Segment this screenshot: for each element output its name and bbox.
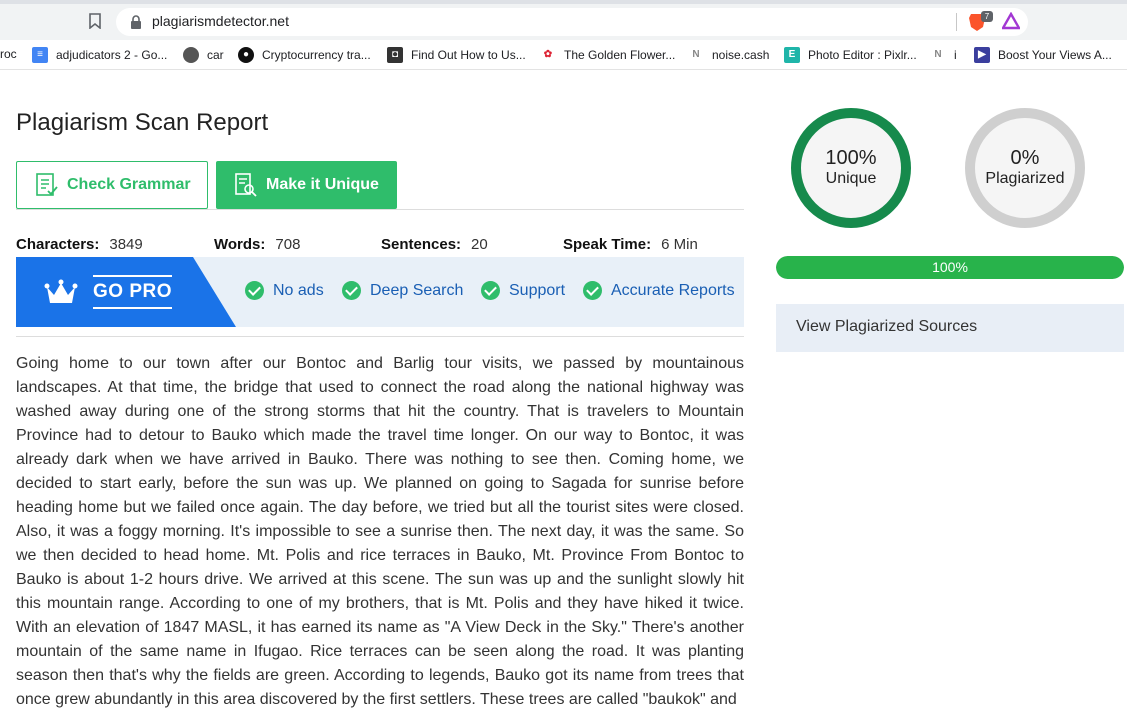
bookmark-item[interactable]: roc [0, 47, 17, 61]
check-icon [245, 281, 264, 300]
check-grammar-label: Check Grammar [67, 176, 191, 193]
uniqueness-progress-bar: 100% [776, 256, 1124, 279]
bookmark-label: noise.cash [712, 48, 770, 62]
view-plagiarized-sources-button[interactable]: View Plagiarized Sources [776, 304, 1124, 352]
page-title: Plagiarism Scan Report [16, 109, 269, 136]
grammar-icon [36, 173, 58, 196]
bookmark-item[interactable]: ▶ Boost Your Views A... [974, 47, 1112, 63]
make-unique-label: Make it Unique [266, 176, 379, 193]
separator [956, 13, 957, 31]
shields-count-badge: 7 [981, 11, 993, 22]
divider [16, 336, 744, 337]
unique-percent: 100% [825, 147, 877, 169]
make-unique-button[interactable]: Make it Unique [216, 161, 397, 209]
bookmark-item[interactable]: ◘ Find Out How to Us... [387, 47, 526, 63]
document-search-icon [235, 173, 257, 197]
globe-icon [183, 47, 199, 63]
feature-deep-search: Deep Search [342, 281, 463, 300]
bookmark-item[interactable]: car [183, 47, 224, 63]
bookmark-label: car [207, 48, 224, 62]
progress-fill: 100% [776, 256, 1124, 279]
brave-rewards-icon[interactable] [1002, 12, 1020, 30]
tab-strip [0, 0, 1127, 4]
go-pro-label[interactable]: GO PRO [93, 275, 173, 309]
go-pro-banner[interactable]: GO PRO No ads Deep Search Support Accura… [16, 257, 744, 327]
bookmark-icon[interactable] [88, 13, 102, 29]
browser-toolbar: plagiarismdetector.net 7 [0, 0, 1127, 40]
pixlr-icon: E [784, 47, 800, 63]
url-text[interactable]: plagiarismdetector.net [152, 13, 289, 29]
bookmark-label: Find Out How to Us... [411, 48, 526, 62]
bookmark-label: Photo Editor : Pixlr... [808, 48, 917, 62]
bookmark-item[interactable]: ≡ adjudicators 2 - Go... [32, 47, 167, 63]
bookmark-item[interactable]: N i [930, 47, 957, 63]
bookmark-item[interactable]: ● Cryptocurrency tra... [238, 47, 371, 63]
stat-sentences: Sentences: 20 [381, 236, 488, 253]
check-icon [481, 281, 500, 300]
check-icon [583, 281, 602, 300]
bookmarks-bar: roc ≡ adjudicators 2 - Go... car ● Crypt… [0, 40, 1127, 70]
bookmark-label: adjudicators 2 - Go... [56, 48, 168, 62]
bookmark-label: Cryptocurrency tra... [262, 48, 371, 62]
unique-label: Unique [825, 170, 877, 187]
bookmark-item[interactable]: ✿ The Golden Flower... [540, 47, 675, 63]
scanned-text: Going home to our town after our Bontoc … [16, 355, 744, 708]
coinmarket-icon: ● [238, 47, 254, 63]
stat-speak-time: Speak Time: 6 Min [563, 236, 698, 253]
bookmark-item[interactable]: N noise.cash [688, 47, 769, 63]
shield-icon: ◘ [387, 47, 403, 63]
noise-icon: N [930, 47, 946, 63]
flower-icon: ✿ [540, 47, 556, 63]
bookmark-label: i [954, 48, 957, 62]
play-icon: ▶ [974, 47, 990, 63]
unique-score-circle: 100% Unique [791, 108, 911, 228]
feature-support: Support [481, 281, 565, 300]
plagiarized-score-circle: 0% Plagiarized [965, 108, 1085, 228]
crown-icon [44, 279, 78, 303]
bookmark-item[interactable]: E Photo Editor : Pixlr... [784, 47, 917, 63]
stat-characters: Characters: 3849 [16, 236, 143, 253]
check-icon [342, 281, 361, 300]
plagiarized-percent: 0% [1010, 147, 1040, 169]
plagiarized-label: Plagiarized [985, 170, 1065, 187]
google-docs-icon: ≡ [32, 47, 48, 63]
stat-words: Words: 708 [214, 236, 301, 253]
lock-icon[interactable] [130, 15, 142, 29]
bookmark-label: roc [0, 47, 17, 61]
noise-icon: N [688, 47, 704, 63]
feature-no-ads: No ads [245, 281, 324, 300]
divider [16, 209, 744, 210]
text-stats: Characters: 3849 Words: 708 Sentences: 20 S… [16, 236, 744, 254]
bookmark-label: Boost Your Views A... [998, 48, 1112, 62]
feature-accurate-reports: Accurate Reports [583, 281, 735, 300]
check-grammar-button[interactable]: Check Grammar [16, 161, 208, 209]
bookmark-label: The Golden Flower... [564, 48, 676, 62]
